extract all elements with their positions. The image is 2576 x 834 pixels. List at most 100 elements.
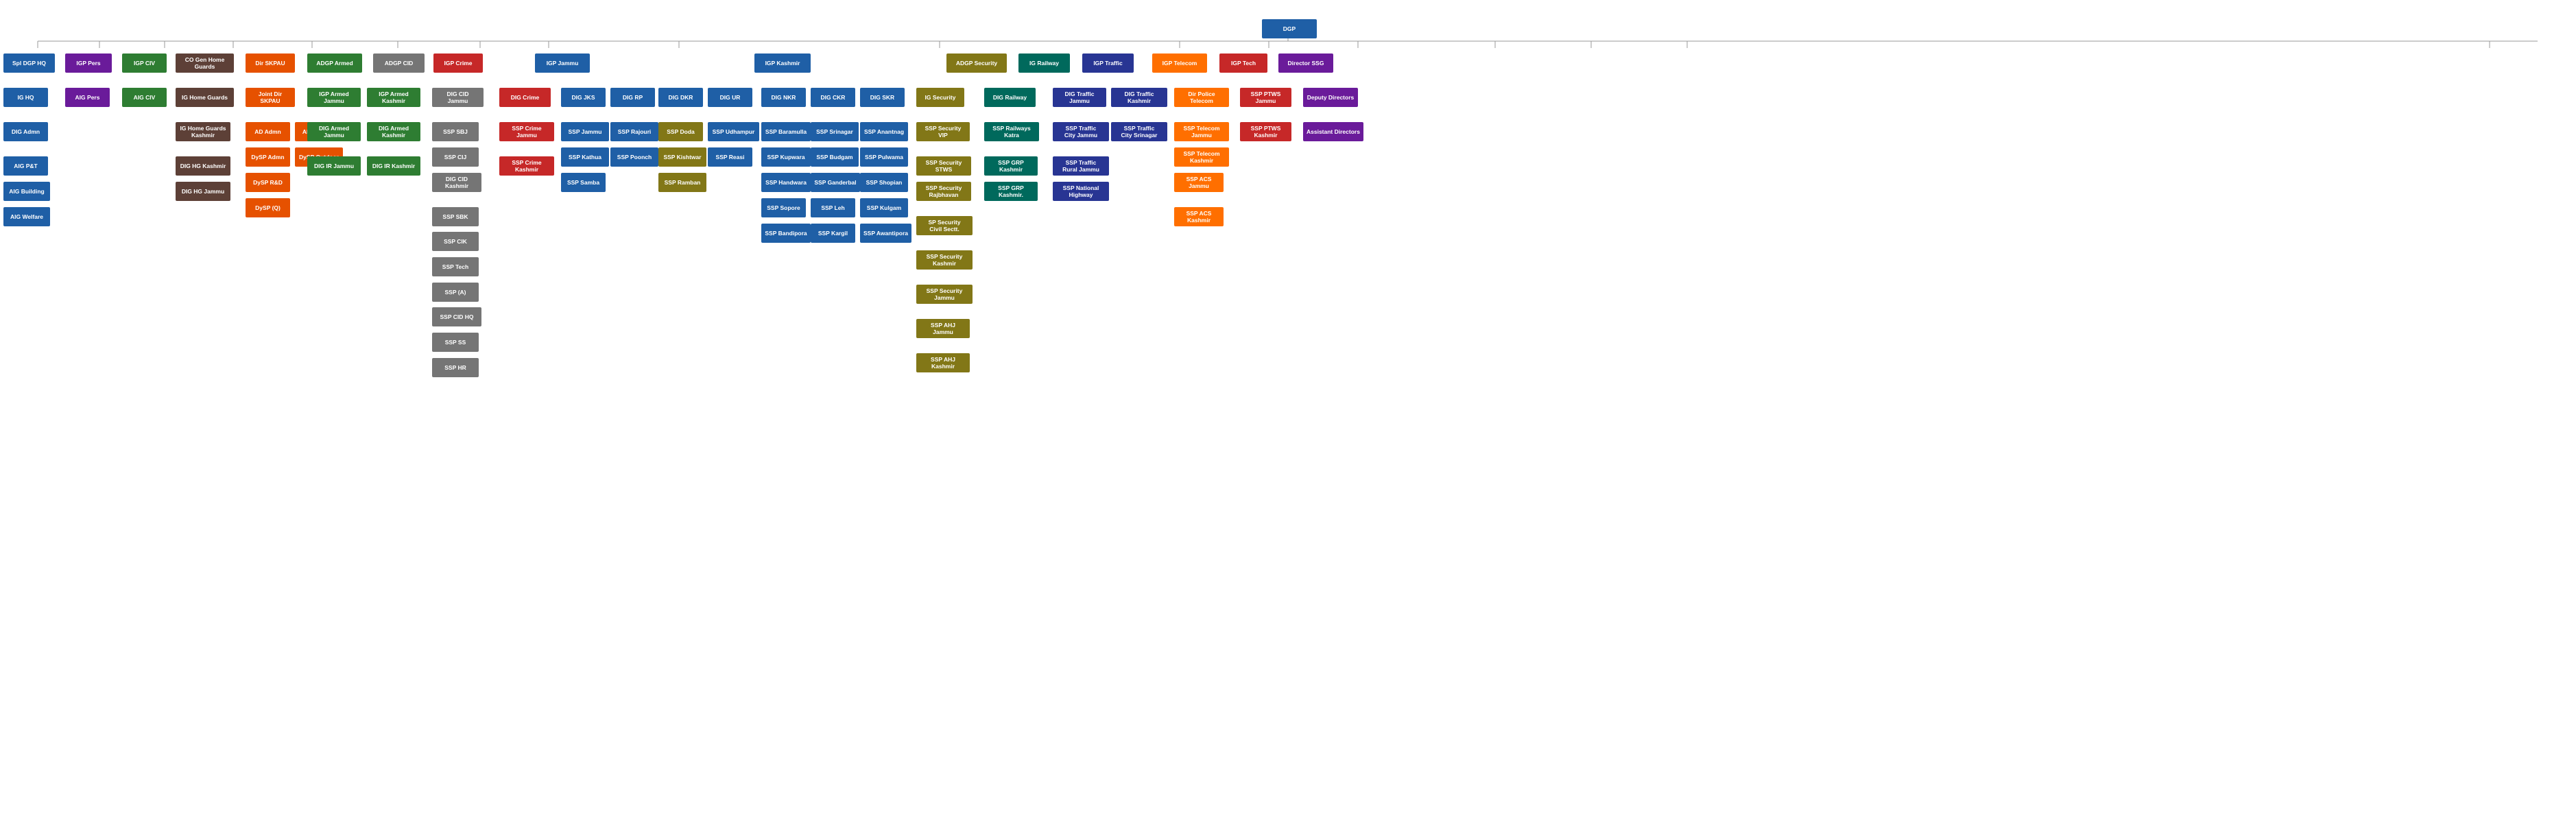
ssp-doda-node: SSP Doda: [658, 122, 703, 141]
aig-building-node: AIG Building: [3, 182, 50, 201]
adgp-armed-node: ADGP Armed: [307, 53, 362, 73]
ssp-handwara-node: SSP Handwara: [761, 173, 811, 192]
ssp-ganderbal-node: SSP Ganderbal: [811, 173, 860, 192]
ssp-sbk-node: SSP SBK: [432, 207, 479, 226]
chart-body: DGP Spl DGP HQ IGP Pers IGP CIV CO Gen H…: [0, 7, 2576, 827]
assistant-directors-node: Assistant Directors: [1303, 122, 1363, 141]
dig-hg-kashmir-node: DIG HG Kashmir: [176, 156, 230, 176]
ssp-a-node: SSP (A): [432, 283, 479, 302]
dig-ckr-node: DIG CKR: [811, 88, 855, 107]
ssp-baramulla-node: SSP Baramulla: [761, 122, 811, 141]
ssp-ramban-node: SSP Ramban: [658, 173, 706, 192]
dysp-rd-node: DySP R&D: [246, 173, 290, 192]
ssp-grp-kashmir2-node: SSP GRPKashmir.: [984, 182, 1038, 201]
ssp-acs-kashmir-node: SSP ACSKashmir: [1174, 207, 1224, 226]
ssp-security-jammu-node: SSP SecurityJammu: [916, 285, 973, 304]
dgp-node: DGP: [1262, 19, 1317, 38]
dig-nkr-node: DIG NKR: [761, 88, 806, 107]
co-gen-home-guards-node: CO Gen HomeGuards: [176, 53, 234, 73]
ssp-cij-node: SSP CIJ: [432, 147, 479, 167]
ssp-sopore-node: SSP Sopore: [761, 198, 806, 217]
igp-armed-jammu-node: IGP ArmedJammu: [307, 88, 361, 107]
ssp-traffic-city-jammu-node: SSP TrafficCity Jammu: [1053, 122, 1109, 141]
dig-dkr-node: DIG DKR: [658, 88, 703, 107]
dir-police-telecom-node: Dir PoliceTelecom: [1174, 88, 1229, 107]
ssp-kulgam-node: SSP Kulgam: [860, 198, 908, 217]
ssp-cid-hq-node: SSP CID HQ: [432, 307, 481, 326]
ssp-ss-node: SSP SS: [432, 333, 479, 352]
dir-skpau-node: Dir SKPAU: [246, 53, 295, 73]
dig-rp-node: DIG RP: [610, 88, 655, 107]
dig-armed-jammu-node: DIG ArmedJammu: [307, 122, 361, 141]
ssp-security-stws-node: SSP SecuritySTWS: [916, 156, 971, 176]
dig-cid-jammu-node: DIG CIDJammu: [432, 88, 484, 107]
spl-dgp-hq-node: Spl DGP HQ: [3, 53, 55, 73]
dig-cid-kashmir-node: DIG CIDKashmir: [432, 173, 481, 192]
ssp-hr-node: SSP HR: [432, 358, 479, 377]
sp-security-civil-node: SP SecurityCivil Sectt.: [916, 216, 973, 235]
ssp-budgam-node: SSP Budgam: [811, 147, 859, 167]
ssp-crime-kashmir-node: SSP CrimeKashmir: [499, 156, 554, 176]
ssp-jammu-node: SSP Jammu: [561, 122, 609, 141]
ssp-cik-node: SSP CIK: [432, 232, 479, 251]
ssp-reasi-node: SSP Reasi: [708, 147, 752, 167]
ssp-srinagar-node: SSP Srinagar: [811, 122, 859, 141]
ig-security-node: IG Security: [916, 88, 964, 107]
ssp-kupwara-node: SSP Kupwara: [761, 147, 811, 167]
ssp-ahj-kashmir-node: SSP AHJKashmir: [916, 353, 970, 372]
ssp-acs-jammu-node: SSP ACSJammu: [1174, 173, 1224, 192]
igp-civ-node: IGP CIV: [122, 53, 167, 73]
dig-railway-node: DIG Railway: [984, 88, 1036, 107]
ssp-traffic-city-srinagar-node: SSP TrafficCity Srinagar: [1111, 122, 1167, 141]
igp-crime-node: IGP Crime: [433, 53, 483, 73]
ssp-poonch-node: SSP Poonch: [610, 147, 658, 167]
ssp-rajouri-node: SSP Rajouri: [610, 122, 658, 141]
igp-jammu-node: IGP Jammu: [535, 53, 590, 73]
ssp-sbj-node: SSP SBJ: [432, 122, 479, 141]
igp-traffic-node: IGP Traffic: [1082, 53, 1134, 73]
ssp-anantnag-node: SSP Anantnag: [860, 122, 908, 141]
dig-ur-node: DIG UR: [708, 88, 752, 107]
igp-kashmir-node: IGP Kashmir: [754, 53, 811, 73]
dig-admn-node: DIG Admn: [3, 122, 48, 141]
dig-skr-node: DIG SKR: [860, 88, 905, 107]
joint-dir-skpau-node: Joint DirSKPAU: [246, 88, 295, 107]
ssp-awantipora-node: SSP Awantipora: [860, 224, 911, 243]
ig-home-guards-node: IG Home Guards: [176, 88, 234, 107]
aig-civ-node: AIG CIV: [122, 88, 167, 107]
ssp-bandipora-node: SSP Bandipora: [761, 224, 811, 243]
dig-traffic-kashmir-node: DIG TrafficKashmir: [1111, 88, 1167, 107]
ssp-leh-node: SSP Leh: [811, 198, 855, 217]
dig-hg-jammu-node: DIG HG Jammu: [176, 182, 230, 201]
adgp-security-node: ADGP Security: [946, 53, 1007, 73]
ssp-traffic-rural-jammu-node: SSP TrafficRural Jammu: [1053, 156, 1109, 176]
ssp-security-rajbhavan-node: SSP SecurityRajbhavan: [916, 182, 971, 201]
ssp-samba-node: SSP Samba: [561, 173, 606, 192]
ssp-telecom-kashmir-node: SSP TelecomKashmir: [1174, 147, 1229, 167]
ssp-grp-kashmir-node: SSP GRPKashmir: [984, 156, 1038, 176]
ssp-ahj-jammu-node: SSP AHJJammu: [916, 319, 970, 338]
ssp-railways-katra-node: SSP RailwaysKatra: [984, 122, 1039, 141]
ig-railway-node: IG Railway: [1018, 53, 1070, 73]
dig-jks-node: DIG JKS: [561, 88, 606, 107]
dysp-q-node: DySP (Q): [246, 198, 290, 217]
igp-telecom-node: IGP Telecom: [1152, 53, 1207, 73]
aig-welfare-node: AIG Welfare: [3, 207, 50, 226]
dysp-admn-node: DySP Admn: [246, 147, 290, 167]
dig-ir-jammu-node: DIG IR Jammu: [307, 156, 361, 176]
director-ssg-node: Director SSG: [1278, 53, 1333, 73]
ssp-pulwama-node: SSP Pulwama: [860, 147, 908, 167]
ssp-kishtwar-node: SSP Kishtwar: [658, 147, 706, 167]
dig-armed-kashmir-node: DIG ArmedKashmir: [367, 122, 420, 141]
ssp-kathua-node: SSP Kathua: [561, 147, 609, 167]
dig-traffic-jammu-node: DIG TrafficJammu: [1053, 88, 1106, 107]
aig-pt-node: AIG P&T: [3, 156, 48, 176]
aig-pers-node: AIG Pers: [65, 88, 110, 107]
ad-admn-node: AD Admn: [246, 122, 290, 141]
ssp-ptws-jammu-node: SSP PTWSJammu: [1240, 88, 1291, 107]
ig-hq-node: IG HQ: [3, 88, 48, 107]
ssp-kargil-node: SSP Kargil: [811, 224, 855, 243]
org-chart: DGP Spl DGP HQ IGP Pers IGP CIV CO Gen H…: [0, 0, 2576, 834]
igp-armed-kashmir-node: IGP ArmedKashmir: [367, 88, 420, 107]
ssp-crime-jammu-node: SSP CrimeJammu: [499, 122, 554, 141]
